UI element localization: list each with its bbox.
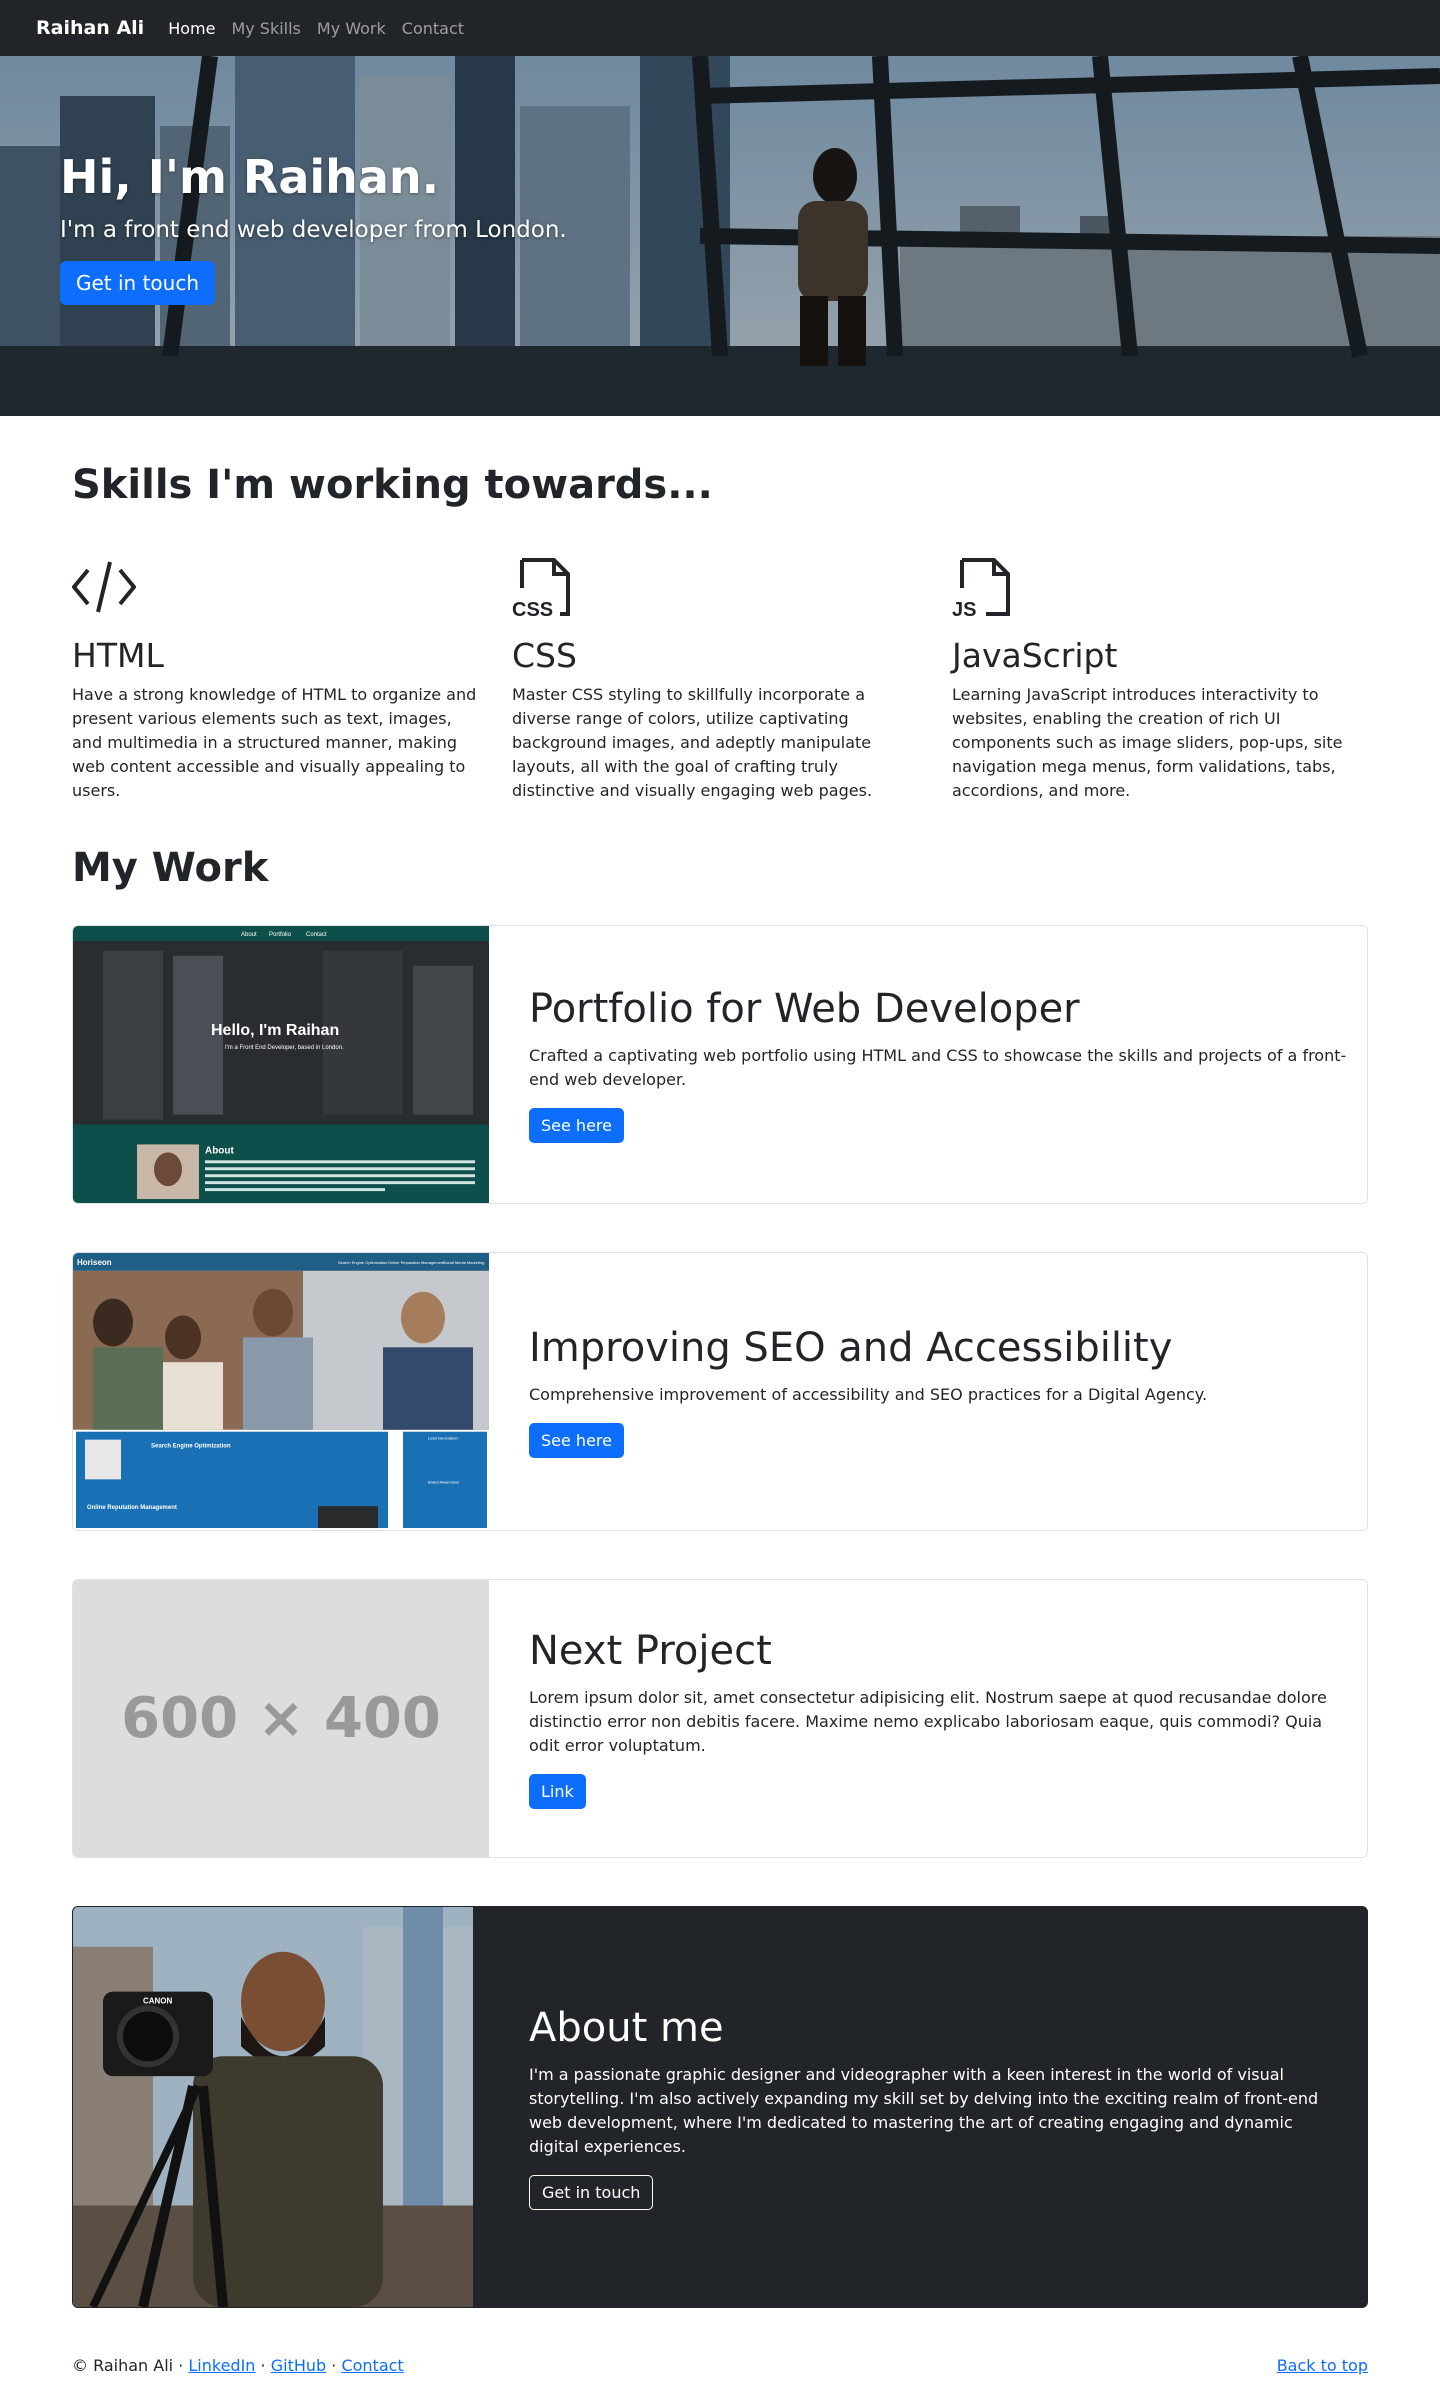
skill-title: HTML bbox=[72, 636, 164, 675]
skill-css: CSS CSS Master CSS styling to skillfully… bbox=[512, 554, 922, 803]
svg-text:Brand Awareness: Brand Awareness bbox=[428, 1479, 459, 1484]
card-body: About me I'm a passionate graphic design… bbox=[529, 1907, 1339, 2307]
hero-text-block: Hi, I'm Raihan. I'm a front end web deve… bbox=[60, 152, 567, 305]
card-body: Portfolio for Web Developer Crafted a ca… bbox=[529, 926, 1349, 1203]
svg-text:Online Reputation Management: Online Reputation Management bbox=[388, 1260, 445, 1265]
footer-contact-link[interactable]: Contact bbox=[341, 2356, 403, 2375]
card-text: Lorem ipsum dolor sit, amet consectetur … bbox=[529, 1688, 1327, 1755]
card-title: Improving SEO and Accessibility bbox=[529, 1325, 1173, 1371]
skill-javascript: JS JavaScript Learning JavaScript introd… bbox=[952, 554, 1362, 803]
card-body: Next Project Lorem ipsum dolor sit, amet… bbox=[529, 1580, 1349, 1857]
hero-title: Hi, I'm Raihan. bbox=[60, 150, 440, 204]
hero-banner: Hi, I'm Raihan. I'm a front end web deve… bbox=[0, 56, 1440, 416]
skill-title: CSS bbox=[512, 636, 577, 675]
svg-text:CSS: CSS bbox=[512, 599, 553, 620]
about-text: I'm a passionate graphic designer and vi… bbox=[529, 2064, 1319, 2156]
footer-github-link[interactable]: GitHub bbox=[271, 2356, 326, 2375]
footer-separator: · bbox=[260, 2356, 266, 2375]
svg-text:Hello, I'm Raihan: Hello, I'm Raihan bbox=[211, 1022, 339, 1039]
link-button[interactable]: Link bbox=[529, 1774, 586, 1809]
footer-linkedin-link[interactable]: LinkedIn bbox=[188, 2356, 255, 2375]
nav-my-work[interactable]: My Work bbox=[317, 19, 386, 38]
nav-my-skills[interactable]: My Skills bbox=[231, 19, 300, 38]
svg-text:CANON: CANON bbox=[143, 1997, 173, 2006]
footer-separator: · bbox=[331, 2356, 337, 2375]
skill-description: Have a strong knowledge of HTML to organ… bbox=[72, 685, 477, 800]
svg-text:Social Media Marketing: Social Media Marketing bbox=[443, 1260, 484, 1265]
about-title: About me bbox=[529, 2004, 724, 2051]
page-footer: © Raihan Ali · LinkedIn · GitHub · Conta… bbox=[72, 2356, 1368, 2375]
portfolio-thumbnail: About Portfolio Contact Hello, I'm Raiha… bbox=[73, 926, 489, 1203]
card-body: Improving SEO and Accessibility Comprehe… bbox=[529, 1253, 1349, 1530]
about-me-card: CANON About me I'm a passionate graphic … bbox=[72, 1906, 1368, 2308]
skill-html: HTML Have a strong knowledge of HTML to … bbox=[71, 554, 482, 803]
nav-contact[interactable]: Contact bbox=[402, 19, 464, 38]
card-title: Portfolio for Web Developer bbox=[529, 986, 1080, 1032]
footer-copyright: © Raihan Ali · bbox=[72, 2356, 184, 2375]
project-card-seo: Horiseon Search Engine Optimization Onli… bbox=[72, 1252, 1368, 1531]
file-css-icon: CSS bbox=[512, 558, 570, 621]
svg-text:Online Reputation Management: Online Reputation Management bbox=[87, 1505, 177, 1511]
back-to-top-link[interactable]: Back to top bbox=[1277, 2356, 1368, 2375]
project-card-portfolio: About Portfolio Contact Hello, I'm Raiha… bbox=[72, 925, 1368, 1204]
svg-text:Search Engine Optimization: Search Engine Optimization bbox=[338, 1260, 387, 1265]
top-navbar: Raihan Ali Home My Skills My Work Contac… bbox=[0, 0, 1440, 56]
work-section-title: My Work bbox=[72, 845, 269, 891]
svg-text:Lead Generation: Lead Generation bbox=[428, 1436, 458, 1441]
project-card-next: 600 × 400 Next Project Lorem ipsum dolor… bbox=[72, 1579, 1368, 1858]
svg-text:Horiseon: Horiseon bbox=[77, 1258, 112, 1267]
about-get-in-touch-button[interactable]: Get in touch bbox=[529, 2174, 654, 2210]
svg-text:I'm a Front End Developer, bas: I'm a Front End Developer, based in Lond… bbox=[225, 1045, 344, 1051]
card-title: Next Project bbox=[529, 1628, 772, 1674]
about-photo: CANON bbox=[73, 1907, 473, 2307]
brand-link[interactable]: Raihan Ali bbox=[36, 17, 144, 39]
nav-home[interactable]: Home bbox=[168, 19, 215, 38]
svg-text:About: About bbox=[241, 932, 257, 938]
hero-subtitle: I'm a front end web developer from Londo… bbox=[60, 216, 567, 243]
footer-left: © Raihan Ali · LinkedIn · GitHub · Conta… bbox=[72, 2356, 404, 2375]
code-slash-icon bbox=[71, 561, 137, 613]
skill-description: Master CSS styling to skillfully incorpo… bbox=[512, 685, 873, 800]
see-here-button[interactable]: See here bbox=[529, 1108, 624, 1143]
svg-text:About: About bbox=[205, 1145, 235, 1156]
card-text: Crafted a captivating web portfolio usin… bbox=[529, 1046, 1347, 1089]
card-text: Comprehensive improvement of accessibili… bbox=[529, 1385, 1208, 1404]
svg-text:Search Engine Optimization: Search Engine Optimization bbox=[151, 1444, 231, 1450]
seo-thumbnail: Horiseon Search Engine Optimization Onli… bbox=[73, 1253, 489, 1530]
hero-get-in-touch-button[interactable]: Get in touch bbox=[60, 260, 216, 305]
skill-title: JavaScript bbox=[952, 636, 1118, 675]
svg-text:Contact: Contact bbox=[306, 932, 327, 938]
skills-section-title: Skills I'm working towards... bbox=[72, 462, 713, 508]
see-here-button[interactable]: See here bbox=[529, 1423, 624, 1458]
placeholder-image: 600 × 400 bbox=[73, 1580, 489, 1857]
file-js-icon: JS bbox=[952, 558, 1010, 621]
svg-text:Portfolio: Portfolio bbox=[269, 932, 292, 938]
skill-description: Learning JavaScript introduces interacti… bbox=[952, 685, 1343, 800]
svg-text:JS: JS bbox=[952, 599, 976, 620]
